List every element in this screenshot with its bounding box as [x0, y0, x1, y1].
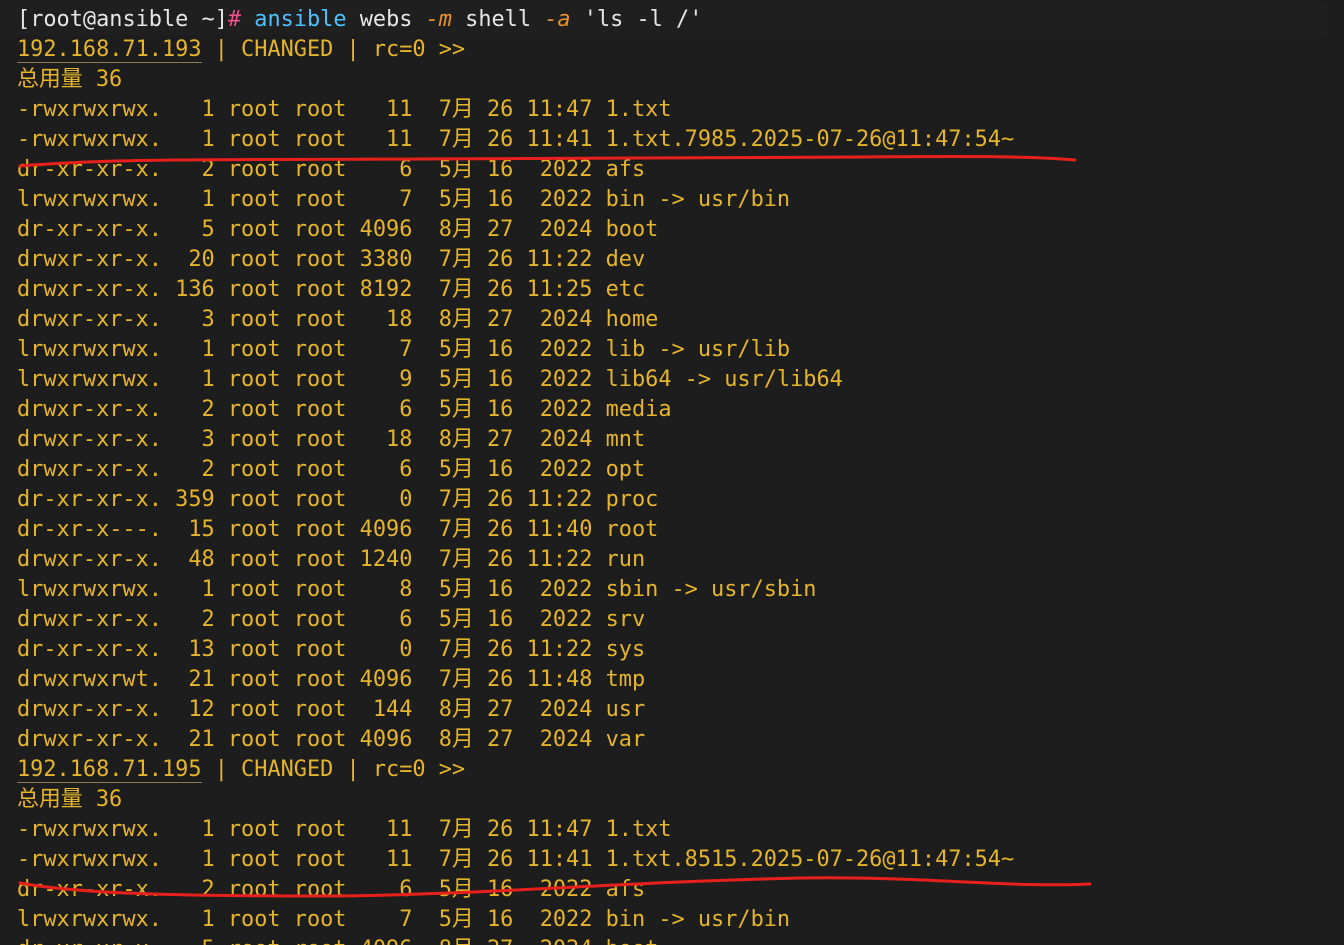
prompt-bracket-close: ]	[214, 7, 228, 32]
listing-row: lrwxrwxrwx. 1 root root 7 5月 16 2022 lib…	[17, 337, 791, 362]
listing-row: dr-xr-x---. 15 root root 4096 7月 26 11:4…	[17, 517, 659, 542]
total-line: 总用量 36	[17, 67, 123, 92]
listing-row: drwxr-xr-x. 3 root root 18 8月 27 2024 ho…	[17, 307, 659, 332]
terminal-output: [root@ansible ~]# ansible webs -m shell …	[0, 5, 1327, 945]
listing-row: lrwxrwxrwx. 1 root root 7 5月 16 2022 bin…	[17, 187, 791, 212]
command-name: ansible	[254, 7, 347, 32]
listing-row: -rwxrwxrwx. 1 root root 11 7月 26 11:41 1…	[17, 127, 1015, 152]
command-string: 'ls -l /'	[570, 7, 703, 32]
listing-row: dr-xr-xr-x. 5 root root 4096 8月 27 2024 …	[17, 935, 1327, 945]
host-header: 192.168.71.193 | CHANGED | rc=0 >>	[17, 35, 1327, 65]
prompt-bracket-open: [	[17, 7, 31, 32]
prompt-line: [root@ansible ~]# ansible webs -m shell …	[0, 5, 1327, 35]
listing-row: lrwxrwxrwx. 1 root root 8 5月 16 2022 sbi…	[17, 577, 817, 602]
listing-row: drwxr-xr-x. 2 root root 6 5月 16 2022 med…	[17, 397, 672, 422]
listing-row: drwxr-xr-x. 2 root root 6 5月 16 2022 opt	[17, 457, 646, 482]
prompt-hash: #	[227, 7, 242, 32]
listing-row: drwxr-xr-x. 12 root root 144 8月 27 2024 …	[17, 697, 646, 722]
host-ip[interactable]: 192.168.71.193	[17, 37, 202, 63]
command-arg: webs	[346, 7, 426, 32]
listing-row: dr-xr-xr-x. 2 root root 6 5月 16 2022 afs	[17, 877, 646, 902]
host-status: | CHANGED | rc=0 >>	[201, 757, 466, 782]
listing-row: drwxr-xr-x. 2 root root 6 5月 16 2022 srv	[17, 607, 646, 632]
total-line: 总用量 36	[17, 787, 123, 812]
command-flag: -a	[544, 7, 571, 32]
prompt-user-host: root@ansible ~	[30, 7, 215, 32]
listing-row: -rwxrwxrwx. 1 root root 11 7月 26 11:47 1…	[17, 817, 672, 842]
listing-row: drwxr-xr-x. 136 root root 8192 7月 26 11:…	[17, 277, 646, 302]
listing-row: dr-xr-xr-x. 2 root root 6 5月 16 2022 afs	[17, 157, 646, 182]
listing-row: drwxr-xr-x. 3 root root 18 8月 27 2024 mn…	[17, 427, 646, 452]
terminal-window[interactable]: [root@ansible ~]# ansible webs -m shell …	[0, 0, 1344, 945]
listing-row: lrwxrwxrwx. 1 root root 7 5月 16 2022 bin…	[17, 907, 791, 932]
listing-row: dr-xr-xr-x. 13 root root 0 7月 26 11:22 s…	[17, 637, 646, 662]
command-flag: -m	[425, 7, 452, 32]
listing-row: drwxr-xr-x. 48 root root 1240 7月 26 11:2…	[17, 547, 646, 572]
listing-row: drwxr-xr-x. 21 root root 4096 8月 27 2024…	[17, 727, 646, 752]
host-header: 192.168.71.195 | CHANGED | rc=0 >>	[17, 755, 1327, 785]
listing-row: -rwxrwxrwx. 1 root root 11 7月 26 11:47 1…	[17, 97, 672, 122]
listing-row: lrwxrwxrwx. 1 root root 9 5月 16 2022 lib…	[17, 367, 843, 392]
listing-row: dr-xr-xr-x. 359 root root 0 7月 26 11:22 …	[17, 487, 659, 512]
host-ip[interactable]: 192.168.71.195	[17, 757, 202, 783]
listing-row: drwxrwxrwt. 21 root root 4096 7月 26 11:4…	[17, 667, 646, 692]
host-status: | CHANGED | rc=0 >>	[201, 37, 466, 62]
command-arg: shell	[451, 7, 545, 32]
listing-row: -rwxrwxrwx. 1 root root 11 7月 26 11:41 1…	[17, 847, 1015, 872]
listing-row: drwxr-xr-x. 20 root root 3380 7月 26 11:2…	[17, 247, 646, 272]
listing-row: dr-xr-xr-x. 5 root root 4096 8月 27 2024 …	[17, 217, 659, 242]
